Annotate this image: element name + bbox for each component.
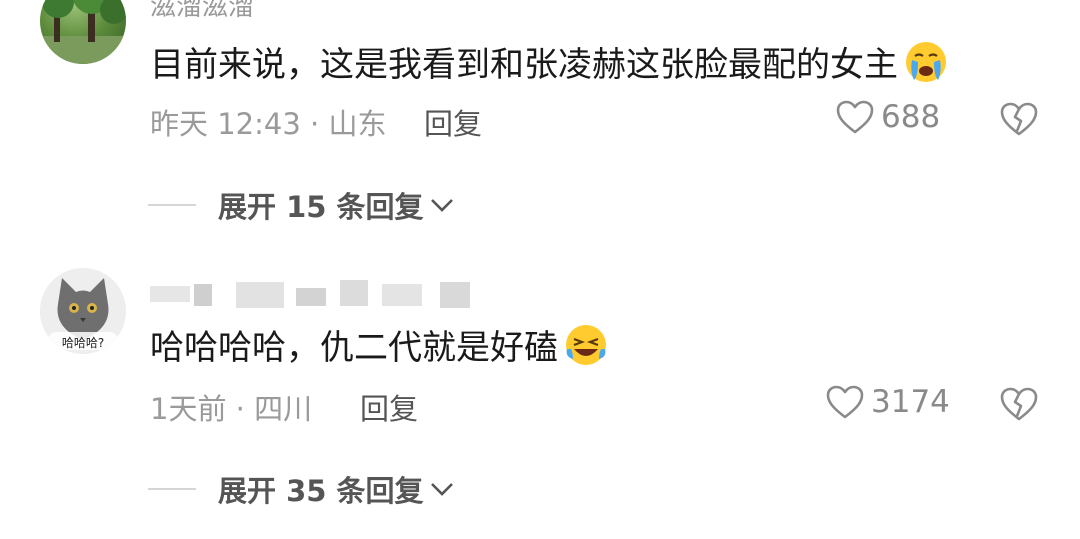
- expand-replies-button[interactable]: 展开 35 条回复: [148, 468, 454, 510]
- username-blurred[interactable]: [150, 278, 470, 310]
- blur-block: [150, 286, 190, 302]
- comment-text: 哈哈哈哈，仇二代就是好磕: [150, 320, 608, 369]
- comment-meta: 昨天 12:43 · 山东: [150, 107, 387, 141]
- blur-block: [340, 280, 368, 306]
- avatar-caption: 哈哈哈?: [61, 336, 105, 350]
- reply-button[interactable]: 回复: [360, 386, 418, 428]
- avatar[interactable]: [40, 0, 126, 64]
- blur-block: [296, 288, 326, 306]
- like-button[interactable]: 3174: [825, 384, 950, 420]
- chevron-down-icon: [430, 483, 453, 496]
- comment-text: 目前来说，这是我看到和张凌赫这张脸最配的女主: [150, 37, 948, 86]
- avatar-image: [40, 0, 126, 64]
- comment-2: 哈哈哈? 哈哈哈哈，仇二代就是好磕 1天前 · 四川 回复 3174 展开 35…: [0, 262, 1080, 539]
- divider-line: [148, 204, 196, 206]
- avatar[interactable]: 哈哈哈?: [40, 268, 126, 354]
- comment-1: 滋溜滋溜 目前来说，这是我看到和张凌赫这张脸最配的女主 昨天 12:43 · 山…: [0, 0, 1080, 240]
- divider-line: [148, 488, 196, 490]
- broken-heart-icon: [1000, 102, 1038, 136]
- chevron-down-icon: [430, 199, 453, 212]
- blur-block: [236, 282, 284, 308]
- username[interactable]: 滋溜滋溜: [150, 0, 254, 23]
- comment-meta: 1天前 · 四川: [150, 392, 313, 426]
- crying-face-emoji: [906, 41, 946, 82]
- heart-icon: [826, 385, 864, 419]
- expand-replies-button[interactable]: 展开 15 条回复: [148, 184, 454, 226]
- comment-text-content: 哈哈哈哈，仇二代就是好磕: [150, 328, 558, 368]
- comment-text-content: 目前来说，这是我看到和张凌赫这张脸最配的女主: [150, 45, 898, 85]
- expand-replies-label: 展开 15 条回复: [218, 190, 424, 224]
- blur-block: [440, 282, 470, 308]
- laughing-face-emoji: [566, 324, 606, 365]
- like-count: 688: [881, 99, 941, 135]
- broken-heart-icon: [1000, 387, 1038, 421]
- heart-icon: [836, 100, 874, 134]
- blur-block: [382, 284, 422, 306]
- expand-replies-label: 展开 35 条回复: [218, 474, 424, 508]
- reply-button[interactable]: 回复: [424, 101, 482, 143]
- blur-block: [194, 284, 212, 306]
- dislike-button[interactable]: [1000, 386, 1038, 426]
- like-count: 3174: [871, 384, 950, 420]
- dislike-button[interactable]: [1000, 101, 1038, 141]
- like-button[interactable]: 688: [835, 99, 940, 135]
